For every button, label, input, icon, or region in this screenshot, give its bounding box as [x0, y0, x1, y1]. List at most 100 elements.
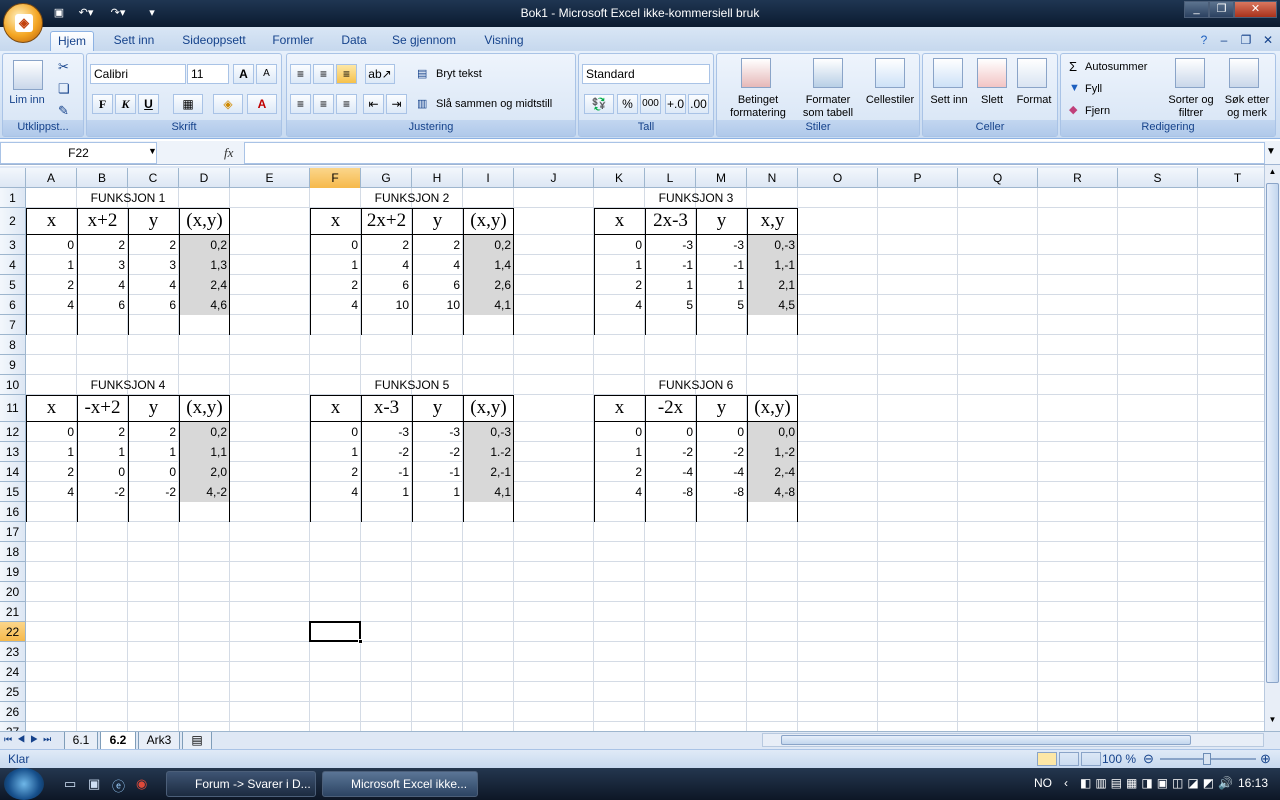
- align-middle-icon[interactable]: ≡: [313, 64, 334, 84]
- table-header[interactable]: x: [594, 208, 645, 235]
- sheet-tab-6-2[interactable]: 6.2: [100, 732, 136, 750]
- maximize-icon[interactable]: ❐: [1209, 1, 1234, 18]
- taskbar-item-forum[interactable]: Forum -> Svarer i D...: [166, 771, 316, 797]
- table-cell[interactable]: -3: [412, 422, 463, 442]
- page-break-icon[interactable]: [1081, 752, 1101, 766]
- font-size-select[interactable]: 11: [187, 64, 229, 84]
- workbook-restore-icon[interactable]: ❐: [1238, 31, 1254, 51]
- sort-filter-icon[interactable]: [1175, 58, 1205, 88]
- column-header[interactable]: B: [77, 168, 128, 188]
- table-cell[interactable]: 0: [696, 422, 747, 442]
- table-cell[interactable]: 6: [77, 295, 128, 315]
- format-painter-icon[interactable]: ✎: [58, 104, 69, 117]
- vertical-scrollbar[interactable]: ▲ ▼: [1264, 165, 1280, 731]
- name-box[interactable]: F22: [0, 142, 157, 164]
- horizontal-scroll-thumb[interactable]: [781, 735, 1191, 745]
- column-header[interactable]: O: [798, 168, 878, 188]
- table-cell[interactable]: 2,0: [179, 462, 230, 482]
- row-header[interactable]: 9: [0, 355, 26, 375]
- table-cell[interactable]: 4: [412, 255, 463, 275]
- table-cell[interactable]: -1: [696, 255, 747, 275]
- column-header[interactable]: K: [594, 168, 645, 188]
- minimize-icon[interactable]: _: [1184, 1, 1209, 18]
- decrease-decimal-icon[interactable]: .00: [688, 94, 709, 114]
- table-cell[interactable]: -2: [128, 482, 179, 502]
- column-header[interactable]: P: [878, 168, 958, 188]
- row-header[interactable]: 8: [0, 335, 26, 355]
- align-right-icon[interactable]: ≡: [336, 94, 357, 114]
- table-header[interactable]: 2x-3: [645, 208, 696, 235]
- align-center-icon[interactable]: ≡: [313, 94, 334, 114]
- format-as-table-icon[interactable]: [813, 58, 843, 88]
- row-header[interactable]: 10: [0, 375, 26, 395]
- tab-sett-inn[interactable]: Sett inn: [104, 31, 164, 51]
- customize-qat-icon[interactable]: ▾: [146, 5, 158, 21]
- insert-cells-button[interactable]: Sett inn: [927, 94, 971, 107]
- table-header[interactable]: y: [128, 395, 179, 422]
- table-header[interactable]: x: [26, 395, 77, 422]
- bold-button[interactable]: F: [92, 94, 113, 114]
- workbook-close-icon[interactable]: ✕: [1260, 31, 1276, 51]
- sort-filter-button[interactable]: Sorter og filtrer: [1163, 94, 1219, 120]
- currency-icon[interactable]: 💱: [584, 94, 614, 114]
- table-cell[interactable]: 6: [361, 275, 412, 295]
- table-header[interactable]: (x,y): [463, 208, 514, 235]
- table-header[interactable]: x,y: [747, 208, 798, 235]
- selected-cell[interactable]: [309, 621, 361, 642]
- tab-data[interactable]: Data: [333, 31, 375, 51]
- table-cell[interactable]: 2: [26, 462, 77, 482]
- table-cell[interactable]: 3: [77, 255, 128, 275]
- save-icon[interactable]: ▣: [50, 5, 68, 21]
- sheet-tab-ark3[interactable]: Ark3: [138, 732, 180, 750]
- row-header[interactable]: 24: [0, 662, 26, 682]
- table-header[interactable]: (x,y): [463, 395, 514, 422]
- row-header[interactable]: 7: [0, 315, 26, 335]
- tab-visning[interactable]: Visning: [475, 31, 533, 51]
- column-header[interactable]: C: [128, 168, 179, 188]
- table-cell[interactable]: 0: [594, 422, 645, 442]
- table-header[interactable]: x: [594, 395, 645, 422]
- grow-font-button[interactable]: A: [233, 64, 254, 84]
- table-cell[interactable]: 1: [77, 442, 128, 462]
- language-indicator[interactable]: NO: [1034, 776, 1052, 790]
- cut-icon[interactable]: ✂: [58, 60, 69, 73]
- table-header[interactable]: y: [412, 208, 463, 235]
- paste-button[interactable]: Lim inn: [7, 94, 47, 107]
- table-header[interactable]: (x,y): [179, 208, 230, 235]
- name-box-dropdown-icon[interactable]: ▼: [148, 146, 157, 156]
- row-header[interactable]: 3: [0, 235, 26, 255]
- border-icon[interactable]: ▦: [173, 94, 203, 114]
- table-cell[interactable]: -4: [696, 462, 747, 482]
- row-header[interactable]: 26: [0, 702, 26, 722]
- column-header[interactable]: F: [310, 168, 361, 188]
- show-desktop-icon[interactable]: ▭: [64, 776, 76, 792]
- table-cell[interactable]: 4: [26, 295, 77, 315]
- table-cell[interactable]: 0: [310, 235, 361, 255]
- table-cell[interactable]: 2: [310, 275, 361, 295]
- table-cell[interactable]: 1,3: [179, 255, 230, 275]
- workbook-minimize-icon[interactable]: –: [1216, 31, 1232, 51]
- row-header[interactable]: 16: [0, 502, 26, 522]
- table-cell[interactable]: 1: [26, 442, 77, 462]
- cell-grid[interactable]: FUNKSJON 1 x x+2 y (x,y) 0 2 2 0,2 1 3 3 1,3 2 4 4 2,4 4 6…: [26, 188, 1264, 731]
- table-cell[interactable]: 10: [412, 295, 463, 315]
- table-cell[interactable]: 0: [310, 422, 361, 442]
- table-cell[interactable]: 2,1: [747, 275, 798, 295]
- table-cell[interactable]: -8: [645, 482, 696, 502]
- conditional-format-icon[interactable]: [741, 58, 771, 88]
- start-button[interactable]: [4, 768, 44, 800]
- merge-center-button[interactable]: Slå sammen og midtstill: [436, 98, 552, 111]
- table-cell[interactable]: 0,-3: [747, 235, 798, 255]
- table-cell[interactable]: 1,4: [463, 255, 514, 275]
- table-cell[interactable]: -2: [361, 442, 412, 462]
- format-cells-button[interactable]: Format: [1013, 94, 1055, 107]
- taskbar-item-excel[interactable]: Microsoft Excel ikke...: [322, 771, 478, 797]
- table-cell[interactable]: -2: [412, 442, 463, 462]
- row-header[interactable]: 11: [0, 395, 26, 422]
- column-header[interactable]: H: [412, 168, 463, 188]
- redo-icon[interactable]: ↷▾: [104, 5, 132, 21]
- table-cell[interactable]: 1: [594, 442, 645, 462]
- row-header[interactable]: 23: [0, 642, 26, 662]
- table-header[interactable]: x-3: [361, 395, 412, 422]
- scroll-up-icon[interactable]: ▲: [1266, 167, 1279, 180]
